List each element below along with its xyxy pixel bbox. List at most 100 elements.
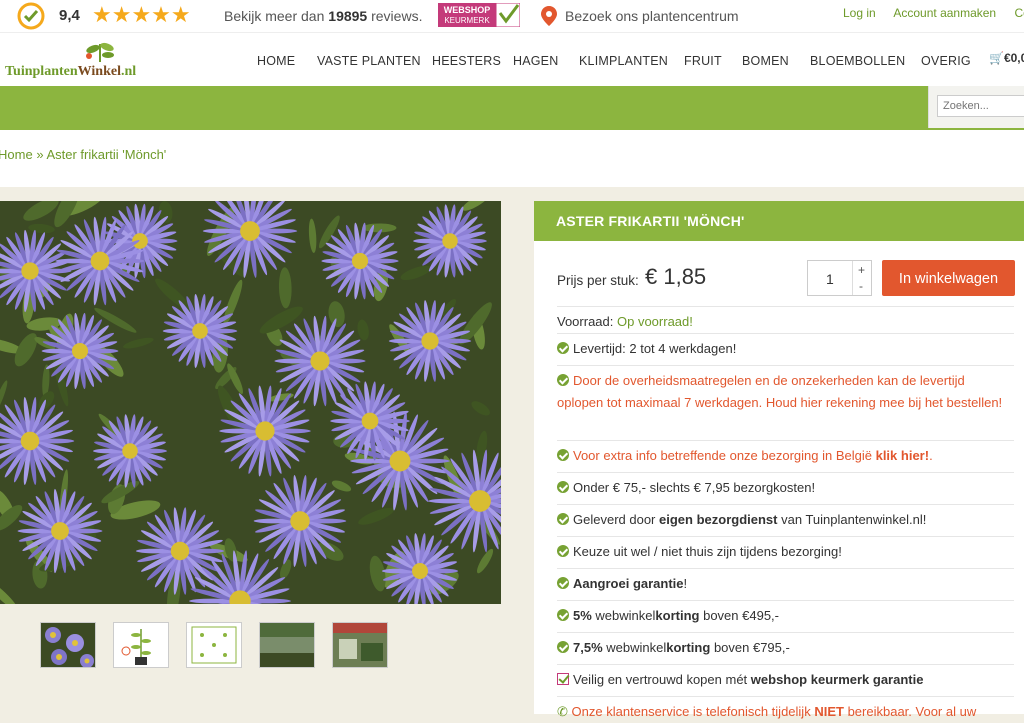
search-input[interactable] (937, 95, 1024, 117)
breadcrumb-separator: » (36, 147, 44, 162)
aster-center (290, 511, 310, 531)
webshop-keurmerk-logo[interactable]: WEBSHOP KEURMERK (438, 3, 520, 27)
nav-item-vaste-planten[interactable]: VASTE PLANTEN (317, 54, 421, 68)
feature-discount-7-5: 7,5% webwinkelkorting boven €795,- (557, 632, 1014, 659)
quantity-minus-button[interactable]: - (859, 279, 863, 293)
aster-center (21, 262, 39, 280)
breadcrumb: Home » Aster frikartii 'Mönch' (0, 147, 166, 162)
thumbnail-flowers[interactable] (40, 622, 96, 668)
stock-value: Op voorraad! (617, 314, 693, 329)
check-icon (557, 449, 569, 461)
aster-center (442, 233, 458, 249)
thumbnail-pot-plant[interactable] (113, 622, 169, 668)
nav-item-heesters[interactable]: HEESTERS (432, 54, 501, 68)
aster-center (412, 563, 428, 579)
feature-own-delivery: Geleverd door eigen bezorgdienst van Tui… (557, 504, 1014, 531)
breadcrumb-current[interactable]: Aster frikartii 'Mönch' (46, 147, 166, 162)
plant-logo-icon (86, 42, 114, 62)
breadcrumb-bar: Home » Aster frikartii 'Mönch' (0, 130, 1024, 187)
reviews-prefix: Bekijk meer dan (224, 8, 325, 24)
feature-belgium-text: Voor extra info betreffende onze bezorgi… (573, 448, 872, 463)
feature-delivery-text: Levertijd: 2 tot 4 werkdagen! (573, 341, 737, 356)
check-icon (557, 545, 569, 557)
cart-icon: 🛒 (989, 51, 1004, 65)
reviews-count: 19895 (328, 8, 368, 24)
discount1-pct: 5% (573, 608, 592, 623)
thumbnail-garden-center[interactable] (332, 622, 388, 668)
contact-link[interactable]: Contact (1014, 6, 1024, 20)
aster-center (240, 221, 260, 241)
feature-own-delivery-pre: Geleverd door (573, 512, 656, 527)
aster-center (132, 233, 148, 249)
quantity-plus-button[interactable]: + (858, 263, 865, 277)
belgium-info-link[interactable]: klik hier! (876, 448, 929, 463)
site-logo[interactable]: TuinplantenWinkel.nl (5, 42, 145, 82)
feature-covid-notice-text: Door de overheidsmaatregelen en de onzek… (557, 373, 1003, 410)
aster-center (192, 323, 208, 339)
main-header: TuinplantenWinkel.nl HOME VASTE PLANTEN … (0, 32, 1024, 87)
nav-item-bloembollen[interactable]: BLOEMBOLLEN (810, 54, 905, 68)
green-banner (0, 86, 1024, 130)
aster-center (255, 421, 275, 441)
rating-stars-icon: ★★★★★ (92, 2, 191, 27)
rating-badge-icon (17, 2, 45, 30)
visit-garden-center-link[interactable]: Bezoek ons plantencentrum (565, 8, 739, 24)
logo-text-part1: Tuinplanten (5, 64, 78, 79)
aster-center (469, 490, 491, 512)
nav-item-klimplanten[interactable]: KLIMPLANTEN (579, 54, 668, 68)
nav-item-overig[interactable]: OVERIG (921, 54, 971, 68)
thumbnail-planting-grid-image (187, 623, 241, 667)
stock-label: Voorraad: (557, 314, 614, 329)
location-pin-icon (541, 6, 557, 26)
check-icon (557, 641, 569, 653)
logo-text: TuinplantenWinkel.nl (5, 64, 136, 80)
thumbnail-garden-center-image (333, 623, 387, 667)
rating-score: 9,4 (59, 7, 80, 24)
logo-text-part2: Winkel (77, 64, 121, 79)
feature-phone-notice: ✆ Onze klantenservice is telefonisch tij… (557, 696, 1014, 723)
nav-item-home[interactable]: HOME (257, 54, 295, 68)
check-icon (557, 513, 569, 525)
check-icon (557, 577, 569, 589)
nav-item-bomen[interactable]: BOMEN (742, 54, 789, 68)
phone-icon: ✆ (557, 704, 568, 719)
quantity-value[interactable]: 1 (826, 271, 834, 287)
aster-center (51, 522, 69, 540)
nav-item-hagen[interactable]: HAGEN (513, 54, 558, 68)
feature-covid-notice: Door de overheidsmaatregelen en de onzek… (557, 365, 1014, 413)
cart-total: €0,00 (1003, 51, 1024, 65)
feature-phone-post: bereikbaar. Voor al uw (847, 704, 977, 719)
aster-center (122, 443, 138, 459)
thumbnail-greenhouse-image (260, 623, 314, 667)
thumbnail-pot-plant-image (114, 623, 168, 667)
top-bar: 9,4 ★★★★★ Bekijk meer dan 19895 reviews.… (0, 0, 1024, 32)
account-links: Log in Account aanmaken Contact (843, 6, 1024, 20)
feature-trust-bold: webshop keurmerk garantie (750, 672, 924, 687)
aster-center (421, 332, 439, 350)
reviews-suffix: reviews. (371, 8, 423, 24)
thumbnail-greenhouse[interactable] (259, 622, 315, 668)
quantity-stepper[interactable]: 1 + - (807, 260, 872, 296)
aster-flowers-image (0, 201, 501, 604)
add-to-cart-button[interactable]: In winkelwagen (882, 260, 1015, 296)
feature-phone-bold: NIET (814, 704, 844, 719)
thumbnail-planting-grid[interactable] (186, 622, 242, 668)
discount2-mid: webwinkel (606, 640, 667, 655)
create-account-link[interactable]: Account aanmaken (893, 6, 996, 20)
aster-center (310, 351, 330, 371)
keurmerk-check-icon (557, 673, 569, 685)
discount2-post: boven €795,- (713, 640, 790, 655)
thumbnail-flowers-image (41, 623, 95, 667)
price-label: Prijs per stuk: (557, 273, 639, 288)
aster-center (170, 541, 190, 561)
nav-item-fruit[interactable]: FRUIT (684, 54, 722, 68)
login-link[interactable]: Log in (843, 6, 876, 20)
breadcrumb-home-link[interactable]: Home (0, 147, 33, 162)
feature-home-choice: Keuze uit wel / niet thuis zijn tijdens … (557, 536, 1014, 563)
reviews-link[interactable]: Bekijk meer dan 19895 reviews. (224, 8, 422, 24)
discount1-post: boven €495,- (703, 608, 779, 623)
cart-button[interactable]: 🛒€0,00 (989, 51, 1024, 65)
discount1-bold: korting (655, 608, 700, 623)
product-main-image[interactable] (0, 201, 501, 604)
search-box (928, 86, 1024, 128)
